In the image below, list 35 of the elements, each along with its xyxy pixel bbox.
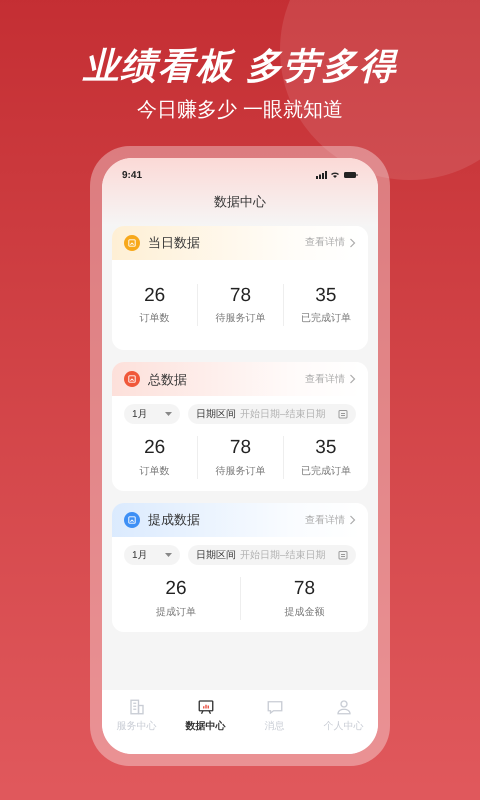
- stat-label: 已完成订单: [300, 464, 351, 479]
- stat-value: 35: [315, 284, 336, 308]
- stat-value: 26: [165, 577, 187, 601]
- stat-label: 订单数: [140, 464, 170, 479]
- stat-value: 26: [144, 436, 166, 460]
- status-time: 9:41: [122, 168, 142, 182]
- stat-value: 78: [230, 436, 252, 460]
- tab[interactable]: 数据中心: [171, 698, 240, 736]
- date-range-field[interactable]: 日期区间 开始日期–结束日期: [188, 545, 356, 565]
- stat-value: 78: [294, 577, 316, 601]
- date-range-label: 日期区间: [196, 408, 236, 422]
- date-range-field[interactable]: 日期区间 开始日期–结束日期: [188, 404, 356, 424]
- month-select[interactable]: 1月: [124, 545, 180, 565]
- stat-label: 待服务订单: [215, 312, 266, 326]
- stat-label: 待服务订单: [215, 464, 266, 479]
- subheadline: 今日赚多少 一眼就知道: [137, 100, 343, 120]
- stat-label: 提成金额: [284, 606, 324, 620]
- card-title: 当日数据: [148, 234, 200, 252]
- stat-label: 订单数: [140, 312, 170, 326]
- card-title: 提成数据: [148, 511, 200, 530]
- stat-label: 提成订单: [156, 606, 196, 620]
- date-range-input[interactable]: 开始日期–结束日期: [240, 548, 334, 562]
- details-link[interactable]: 查看详情: [305, 235, 356, 250]
- details-link[interactable]: 查看详情: [305, 512, 356, 528]
- card-title: 总数据: [148, 370, 187, 388]
- stat-label: 已完成订单: [300, 312, 351, 326]
- headline: 业绩看板 多劳多得: [82, 48, 398, 84]
- details-link[interactable]: 查看详情: [305, 372, 356, 387]
- stat-value: 78: [230, 284, 252, 308]
- screen-title: 数据中心: [213, 193, 267, 211]
- date-range-input[interactable]: 开始日期–结束日期: [240, 406, 334, 422]
- date-range-label: 日期区间: [196, 548, 236, 562]
- stat-value: 26: [144, 284, 166, 308]
- month-select[interactable]: 1月: [124, 404, 180, 424]
- stat-value: 35: [315, 436, 336, 460]
